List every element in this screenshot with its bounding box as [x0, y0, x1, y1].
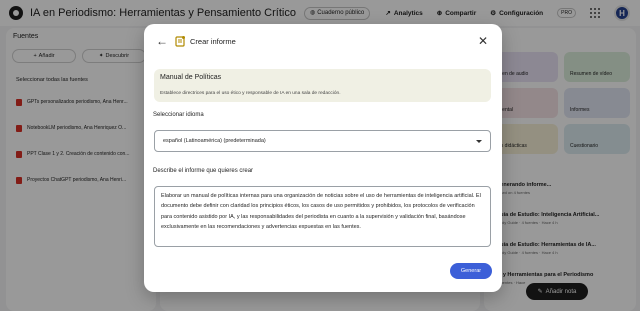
dialog-title: Crear informe — [190, 37, 236, 46]
language-select[interactable]: español (Latinoamérica) (predeterminada) — [154, 130, 491, 152]
report-format-card[interactable]: Manual de Políticas Establece directrice… — [154, 69, 491, 102]
back-arrow-icon[interactable]: ← — [156, 35, 168, 47]
language-value: español (Latinoamérica) (predeterminada) — [163, 138, 266, 144]
language-label: Seleccionar idioma — [153, 112, 204, 118]
dropdown-caret-icon — [476, 139, 482, 143]
close-icon[interactable]: ✕ — [477, 35, 489, 47]
report-description-textarea[interactable]: Elaborar un manual de políticas internas… — [154, 186, 491, 247]
format-name: Manual de Políticas — [160, 74, 222, 81]
generate-button[interactable]: Generar — [450, 263, 492, 279]
format-description: Establece directrices para el uso ético … — [160, 91, 341, 96]
create-report-dialog: ← Crear informe ✕ Manual de Políticas Es… — [144, 24, 502, 292]
describe-label: Describe el informe que quieres crear — [153, 168, 254, 174]
report-icon — [175, 36, 185, 47]
